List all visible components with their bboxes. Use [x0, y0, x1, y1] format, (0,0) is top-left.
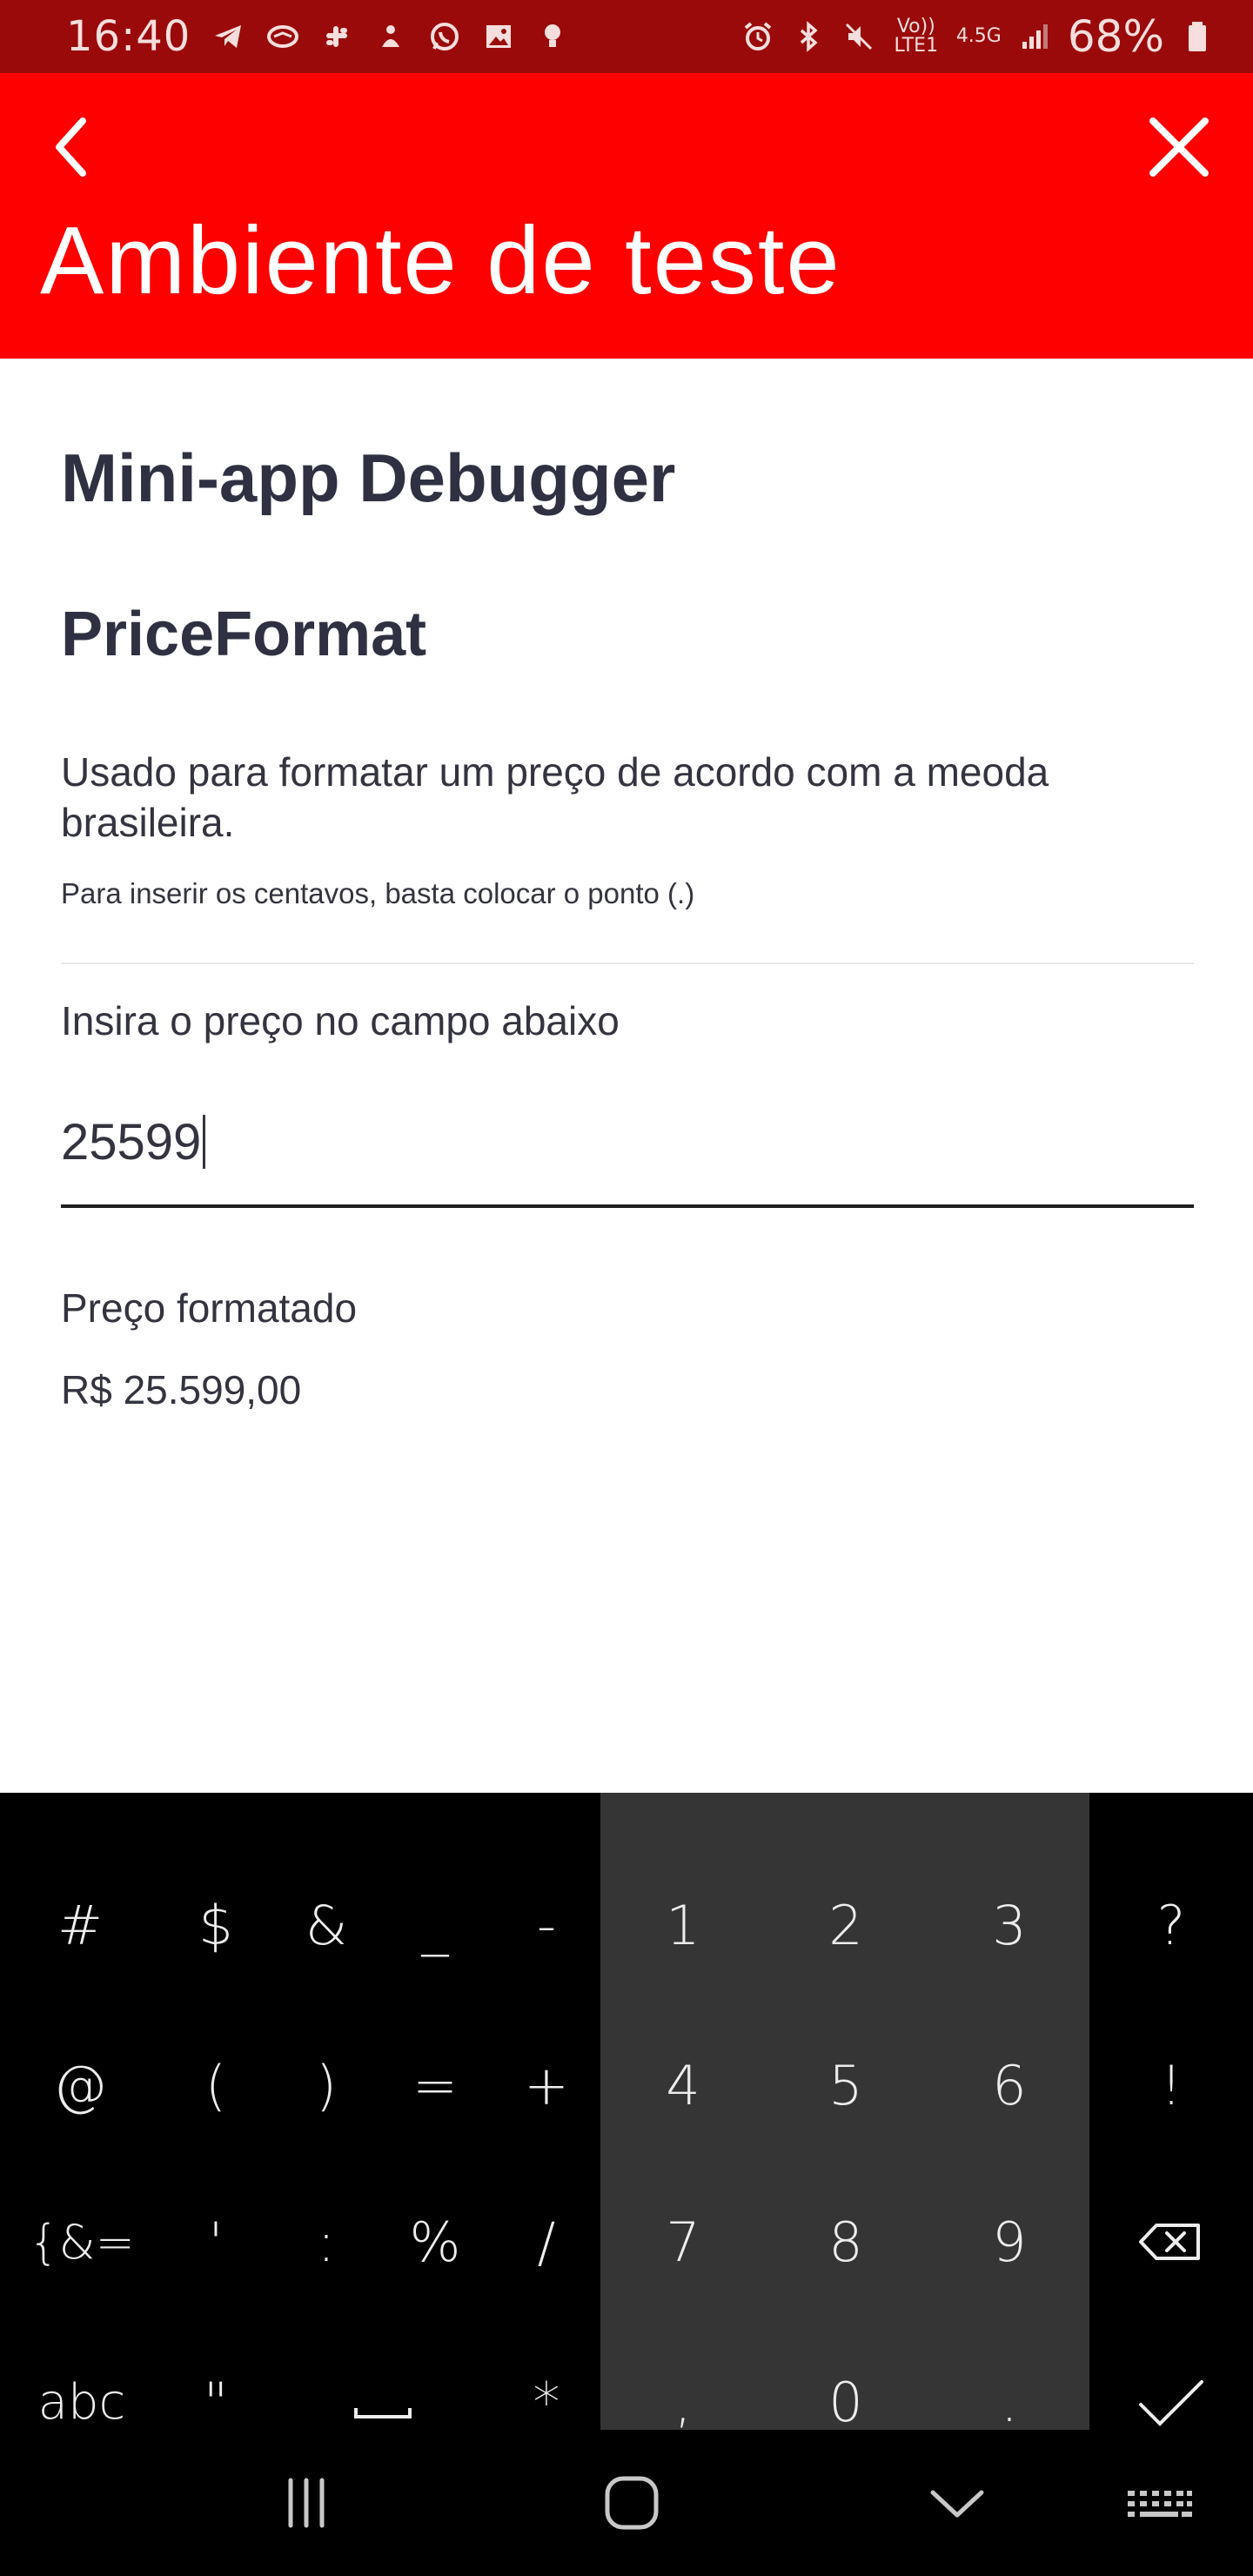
network-type-label: 4.5G: [955, 25, 1002, 47]
recent-apps-button[interactable]: [263, 2459, 350, 2546]
close-button[interactable]: [1140, 108, 1218, 186]
notification-icon: [373, 19, 408, 54]
formatted-price-label: Preço formatado: [61, 1285, 358, 1331]
status-time: 16:40: [66, 12, 191, 61]
system-nav-bar: [0, 2430, 1253, 2576]
back-chevron-down-icon: [930, 2490, 984, 2518]
telegram-icon: [211, 19, 246, 54]
key-colon[interactable]: :: [283, 2190, 370, 2294]
keyboard-icon: [1128, 2491, 1192, 2517]
key-2[interactable]: 2: [802, 1873, 889, 1977]
debugger-title: Mini-app Debugger: [61, 439, 676, 516]
key-1[interactable]: 1: [640, 1873, 727, 1977]
key-question[interactable]: ?: [1128, 1873, 1215, 1977]
component-title: PriceFormat: [61, 600, 427, 669]
alarm-icon: [740, 19, 775, 54]
slack-icon: [319, 19, 354, 54]
key-paren-close[interactable]: ): [283, 2033, 370, 2137]
app-header: Ambiente de teste: [0, 73, 1253, 359]
recent-apps-icon: [288, 2478, 325, 2528]
key-backspace[interactable]: [1122, 2190, 1220, 2294]
key-at[interactable]: @: [37, 2033, 124, 2137]
backspace-icon: [1139, 2224, 1200, 2260]
keyboard-toggle-button[interactable]: [1116, 2459, 1203, 2546]
space-icon: [354, 2408, 412, 2418]
bluetooth-icon: [791, 19, 826, 54]
check-icon: [1139, 2380, 1203, 2426]
divider: [61, 963, 1194, 964]
volte-label: Vo)) LTE1: [894, 16, 939, 57]
key-3[interactable]: 3: [966, 1873, 1053, 1977]
key-underscore[interactable]: _: [392, 1873, 479, 1977]
key-9[interactable]: 9: [966, 2190, 1053, 2294]
key-equals[interactable]: =: [392, 2033, 479, 2137]
component-description: Usado para formatar um preço de acordo c…: [61, 749, 1049, 845]
key-8[interactable]: 8: [802, 2190, 889, 2294]
status-system-icons: Vo)) LTE1 4.5G 68%: [740, 11, 1215, 62]
formatted-price-value: R$ 25.599,00: [61, 1367, 302, 1412]
close-icon: [1149, 117, 1209, 177]
price-input-value[interactable]: 25599: [61, 1113, 201, 1180]
key-dollar[interactable]: $: [172, 1873, 259, 1977]
key-7[interactable]: 7: [640, 2190, 727, 2294]
key-hyphen[interactable]: -: [503, 1873, 590, 1977]
status-notification-icons: [211, 19, 570, 54]
text-caret: [203, 1115, 206, 1169]
chevron-left-icon: [56, 117, 86, 177]
bulb-icon: [535, 19, 570, 54]
home-button[interactable]: [588, 2459, 675, 2546]
battery-icon: [1180, 19, 1215, 54]
key-symbols-page[interactable]: {&=: [21, 2190, 143, 2294]
key-4[interactable]: 4: [640, 2033, 727, 2137]
keyboard: # $ & _ - 1 2 3 ? @ ( ) = + 4 5 6 ! {&= …: [0, 1793, 1253, 2434]
status-bar: 16:40 Vo)) LTE1 4.5G 68%: [0, 0, 1253, 73]
back-nav-button[interactable]: [914, 2459, 1001, 2546]
key-paren-open[interactable]: (: [172, 2033, 259, 2137]
gallery-icon: [481, 19, 516, 54]
price-input-label: Insira o preço no campo abaixo: [61, 998, 620, 1043]
mute-icon: [841, 19, 876, 54]
signal-icon: [1017, 19, 1052, 54]
key-plus[interactable]: +: [503, 2033, 590, 2137]
key-percent[interactable]: %: [392, 2190, 479, 2294]
key-apostrophe[interactable]: ': [172, 2190, 259, 2294]
page-title: Ambiente de teste: [40, 207, 841, 314]
home-icon: [605, 2476, 659, 2530]
component-hint: Para inserir os centavos, basta colocar …: [61, 877, 695, 909]
key-exclamation[interactable]: !: [1128, 2033, 1215, 2137]
price-input[interactable]: 25599: [61, 1088, 1194, 1208]
key-6[interactable]: 6: [966, 2033, 1053, 2137]
back-button[interactable]: [35, 108, 113, 186]
whatsapp-icon: [427, 19, 462, 54]
key-hash[interactable]: #: [37, 1873, 124, 1977]
key-5[interactable]: 5: [802, 2033, 889, 2137]
key-ampersand[interactable]: &: [283, 1873, 370, 1977]
key-slash[interactable]: /: [503, 2190, 590, 2294]
battery-percent: 68%: [1067, 11, 1164, 62]
handshake-icon: [265, 19, 300, 54]
